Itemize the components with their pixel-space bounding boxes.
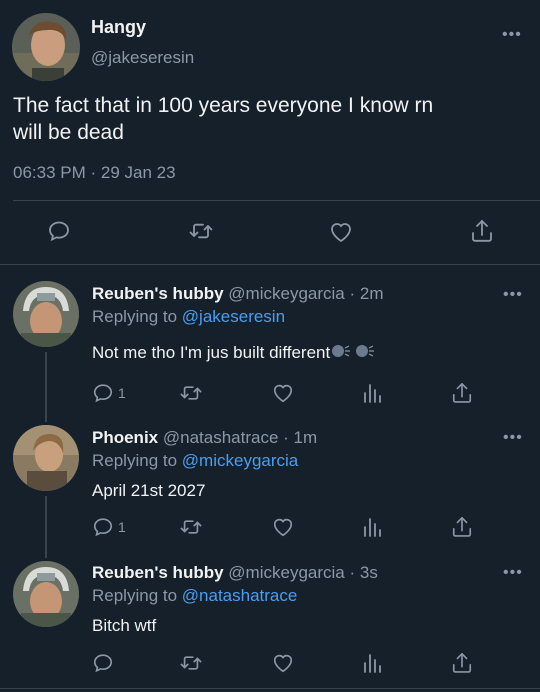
reply-time[interactable]: · 3s: [349, 563, 377, 582]
display-name[interactable]: Phoenix: [92, 428, 158, 447]
more-options-icon[interactable]: •••: [502, 27, 522, 43]
divider: [13, 200, 540, 201]
replying-to-label: Replying to: [92, 451, 178, 470]
replying-to: Replying to @natashatrace: [92, 586, 297, 606]
analytics-icon[interactable]: [362, 382, 382, 404]
avatar[interactable]: [13, 425, 79, 491]
avatar[interactable]: [12, 13, 80, 81]
reply-icon[interactable]: [47, 219, 71, 243]
replying-to-label: Replying to: [92, 586, 178, 605]
share-icon[interactable]: [451, 381, 473, 405]
replying-to-handle[interactable]: @natashatrace: [182, 586, 298, 605]
like-icon[interactable]: [271, 516, 295, 538]
divider: [0, 688, 540, 689]
reply-header: Reuben's hubby @mickeygarcia · 2m: [92, 284, 383, 304]
avatar[interactable]: [13, 281, 79, 347]
display-name[interactable]: Reuben's hubby: [92, 563, 224, 582]
reply-icon[interactable]: [92, 652, 114, 674]
reply-count: 1: [118, 385, 126, 401]
tweet-text: The fact that in 100 years everyone I kn…: [13, 92, 433, 146]
reply-count: 1: [118, 519, 126, 535]
retweet-icon[interactable]: [179, 382, 203, 404]
replying-to: Replying to @jakeseresin: [92, 307, 285, 327]
reply-text: Bitch wtf: [92, 616, 157, 635]
avatar[interactable]: [13, 561, 79, 627]
analytics-icon[interactable]: [362, 516, 382, 538]
more-options-icon[interactable]: •••: [503, 430, 523, 446]
more-options-icon[interactable]: •••: [503, 287, 523, 303]
more-options-icon[interactable]: •••: [503, 565, 523, 581]
like-icon[interactable]: [328, 220, 354, 244]
divider: [0, 264, 540, 265]
reply-header: Reuben's hubby @mickeygarcia · 3s: [92, 563, 378, 583]
like-icon[interactable]: [271, 382, 295, 404]
reply-icon[interactable]: [92, 382, 114, 404]
thread-line: [45, 352, 47, 422]
replying-to-handle[interactable]: @mickeygarcia: [182, 451, 298, 470]
analytics-icon[interactable]: [362, 652, 382, 674]
tweet-text-line: The fact that in 100 years everyone I kn…: [13, 94, 434, 117]
share-icon[interactable]: [451, 651, 473, 675]
replying-to-handle[interactable]: @jakeseresin: [182, 307, 285, 326]
handle[interactable]: @mickeygarcia: [228, 563, 344, 582]
tweet-text-line: will be dead: [13, 121, 124, 144]
retweet-icon[interactable]: [188, 219, 214, 243]
reply-text-row: Not me tho I'm jus built different: [92, 343, 375, 364]
handle[interactable]: @natashatrace: [163, 428, 279, 447]
retweet-icon[interactable]: [179, 652, 203, 674]
display-name[interactable]: Hangy: [91, 17, 146, 38]
reply-text: Not me tho I'm jus built different: [92, 343, 331, 362]
like-icon[interactable]: [271, 652, 295, 674]
share-icon[interactable]: [470, 218, 494, 244]
display-name[interactable]: Reuben's hubby: [92, 284, 224, 303]
reply-text: April 21st 2027: [92, 481, 206, 500]
handle[interactable]: @mickeygarcia: [228, 284, 344, 303]
speaking-head-emoji-icon: [355, 343, 375, 364]
share-icon[interactable]: [451, 515, 473, 539]
speaking-head-emoji-icon: [331, 343, 351, 364]
reply-time[interactable]: · 2m: [349, 284, 383, 303]
reply-header: Phoenix @natashatrace · 1m: [92, 428, 317, 448]
thread-line: [45, 496, 47, 558]
tweet-timestamp[interactable]: 06:33 PM · 29 Jan 23: [13, 163, 176, 183]
handle[interactable]: @jakeseresin: [91, 48, 194, 68]
replying-to: Replying to @mickeygarcia: [92, 451, 298, 471]
reply-time[interactable]: · 1m: [283, 428, 317, 447]
retweet-icon[interactable]: [179, 516, 203, 538]
replying-to-label: Replying to: [92, 307, 178, 326]
reply-icon[interactable]: [92, 516, 114, 538]
